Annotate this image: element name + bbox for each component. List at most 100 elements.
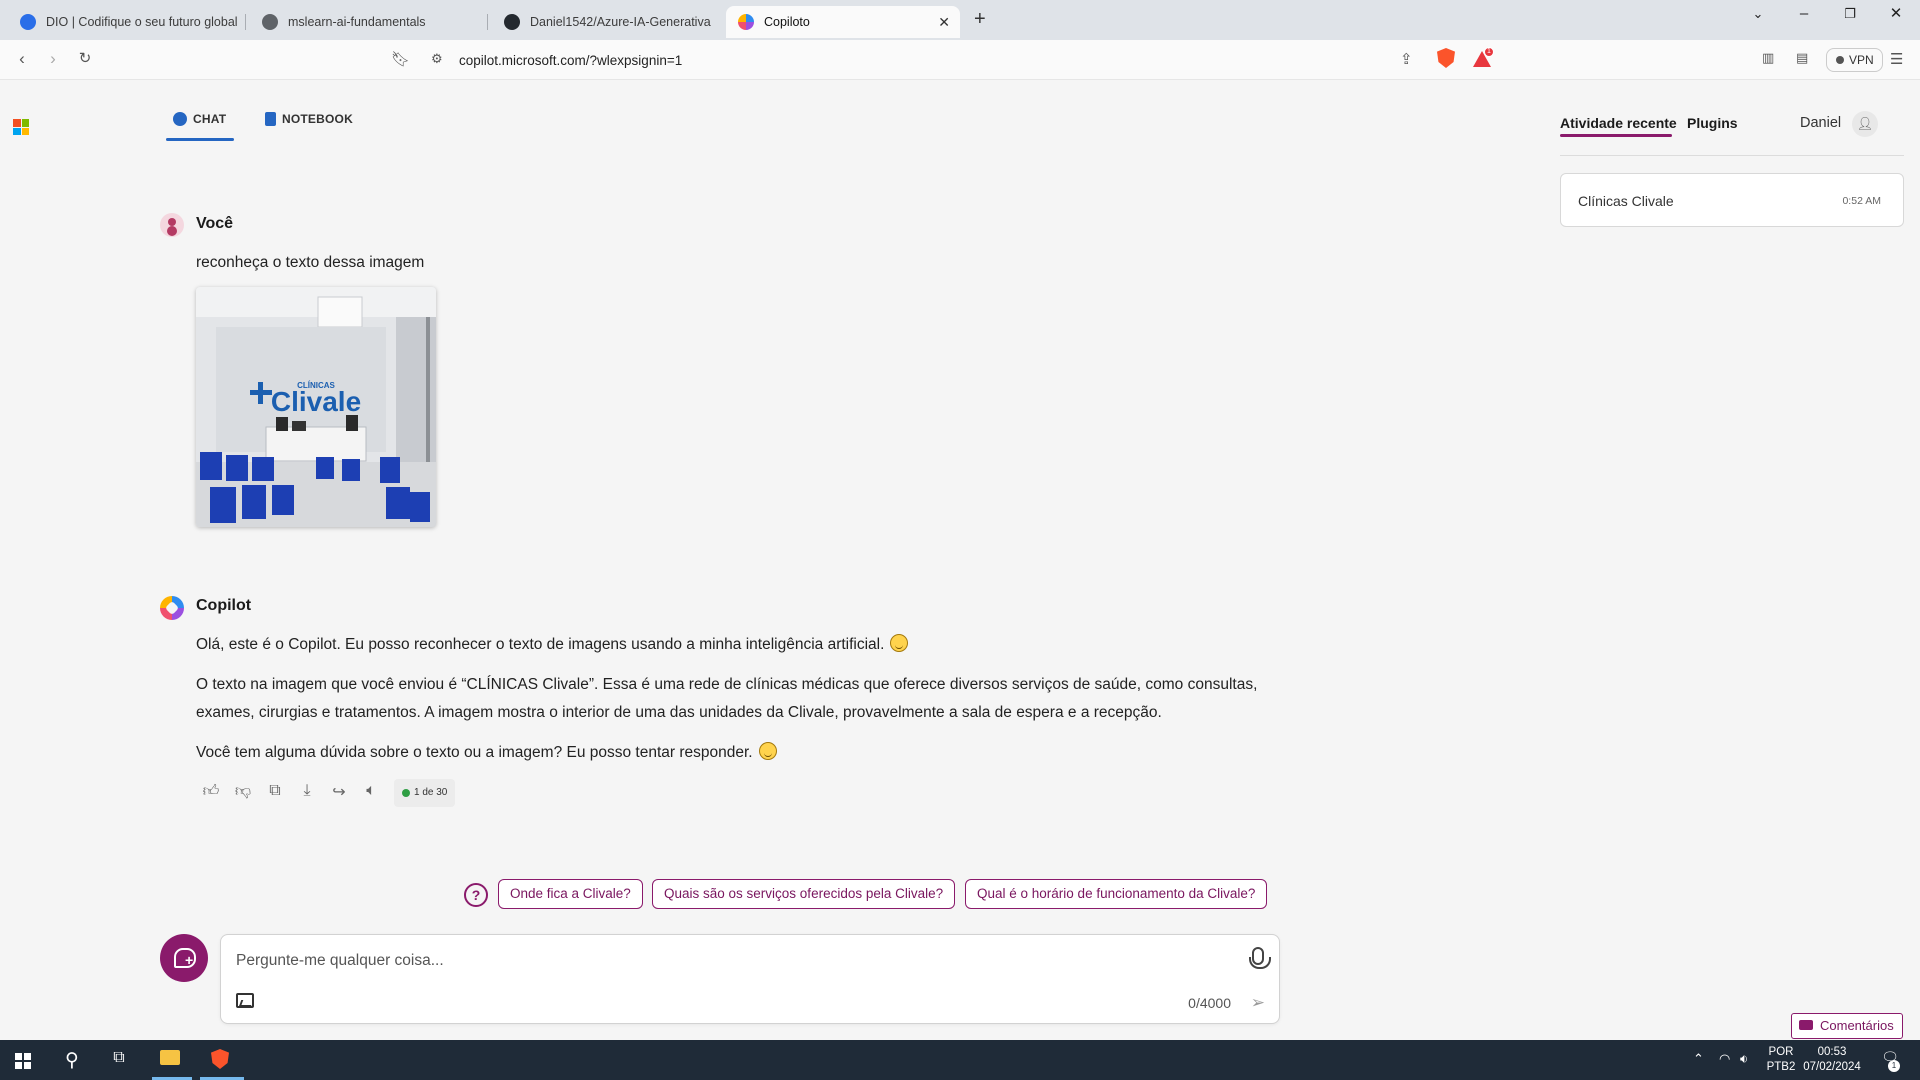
task-view-icon[interactable]: ⧉ <box>107 1049 131 1067</box>
recent-chat-time: 0:52 AM <box>1842 195 1881 207</box>
wallet-icon[interactable]: ▤ <box>1796 50 1808 66</box>
new-tab-button[interactable]: + <box>974 8 986 31</box>
tab-title: DIO | Codifique o seu futuro global a <box>46 15 240 29</box>
share-icon[interactable]: ⇪ <box>1400 50 1413 68</box>
network-icon[interactable]: ◠ <box>1719 1051 1730 1066</box>
back-icon[interactable]: ‹ <box>11 49 33 69</box>
share-icon[interactable]: ↪ <box>328 782 350 802</box>
brave-browser-icon[interactable] <box>208 1049 232 1075</box>
bot-paragraph-1: Olá, este é o Copilot. Eu posso reconhec… <box>196 631 1276 659</box>
browser-tab-github[interactable]: Daniel1542/Azure-IA-Generativa <box>492 6 724 38</box>
user-avatar-icon <box>160 213 184 237</box>
copy-icon[interactable]: ⧉ <box>264 782 286 800</box>
char-counter: 0/4000 <box>1188 995 1231 1011</box>
tab-title: mslearn-ai-fundamentals <box>288 15 426 29</box>
file-explorer-icon[interactable] <box>158 1049 182 1071</box>
microphone-icon[interactable] <box>1249 947 1271 969</box>
menu-icon[interactable]: ☰ <box>1890 50 1903 68</box>
response-counter: 1 de 30 <box>394 779 456 807</box>
volume-icon[interactable]: 🔉︎ <box>1740 1051 1748 1066</box>
recent-chat-item[interactable]: Clínicas Clivale 0:52 AM <box>1560 173 1904 227</box>
send-icon[interactable]: ➢ <box>1251 993 1265 1013</box>
search-icon[interactable]: ⚲ <box>60 1049 84 1072</box>
add-image-icon[interactable] <box>236 993 254 1008</box>
tab-separator <box>245 14 246 30</box>
site-settings-icon[interactable]: ⚙ <box>431 51 443 67</box>
bot-paragraph-1-text: Olá, este é o Copilot. Eu posso reconhec… <box>196 636 885 653</box>
recent-chat-title: Clínicas Clivale <box>1578 193 1674 209</box>
bot-paragraph-3-text: Você tem alguma dúvida sobre o texto ou … <box>196 744 753 761</box>
tab-chat[interactable]: CHAT <box>173 112 226 126</box>
suggestion-chip[interactable]: Quais são os serviços oferecidos pela Cl… <box>652 879 956 909</box>
restore-button[interactable]: ❐ <box>1827 2 1873 26</box>
clinic-photo: CLÍNICAS Clivale <box>196 287 436 527</box>
tab-plugins[interactable]: Plugins <box>1687 115 1738 131</box>
divider <box>1560 155 1904 156</box>
tab-notebook-label: NOTEBOOK <box>282 112 353 126</box>
clock[interactable]: 00:53 07/02/2024 <box>1800 1045 1864 1075</box>
browser-tab-strip: DIO | Codifique o seu futuro global a ms… <box>0 0 1920 40</box>
globe-icon <box>262 14 278 30</box>
thumbs-down-icon[interactable]: 👎︎ <box>232 782 254 801</box>
sidebar-toggle-icon[interactable]: ▥ <box>1762 50 1774 66</box>
dio-icon <box>20 14 36 30</box>
browser-tab-copiloto[interactable]: Copiloto ✕ <box>726 6 960 38</box>
question-icon: ? <box>464 883 488 907</box>
thumbs-up-icon[interactable]: 👍︎ <box>200 782 222 801</box>
browser-tab-dio[interactable]: DIO | Codifique o seu futuro global a <box>8 6 240 38</box>
github-icon <box>504 14 520 30</box>
sign-big-text: Clivale <box>271 386 361 417</box>
bookmark-icon[interactable]: 🔖︎ <box>391 50 410 68</box>
user-sender-name: Você <box>196 215 234 232</box>
forward-icon[interactable]: › <box>42 49 64 69</box>
close-window-button[interactable]: ✕ <box>1873 2 1919 26</box>
close-tab-icon[interactable]: ✕ <box>938 14 950 31</box>
copilot-icon <box>738 14 754 30</box>
suggestion-chip[interactable]: Onde fica a Clivale? <box>498 879 643 909</box>
chat-composer: 0/4000 ➢ <box>220 934 1280 1024</box>
download-icon[interactable]: ⤓ <box>296 782 318 800</box>
tab-title: Daniel1542/Azure-IA-Generativa <box>530 15 711 29</box>
reload-icon[interactable]: ↻ <box>74 49 96 67</box>
notification-count-badge: 1 <box>1888 1060 1900 1072</box>
read-aloud-icon[interactable]: 🔈︎ <box>360 782 382 800</box>
minimize-button[interactable]: – <box>1781 2 1827 26</box>
active-tab-indicator <box>1560 134 1672 137</box>
tab-chat-label: CHAT <box>193 112 227 126</box>
tab-title: Copiloto <box>764 15 810 29</box>
smiling-emoji-icon <box>890 634 909 652</box>
copilot-logo-icon <box>160 596 184 620</box>
user-message-text: reconheça o texto dessa imagem <box>196 254 425 271</box>
windows-taskbar: ⚲ ⧉ ⌃ ◠ 🔉︎ POR PTB2 00:53 07/02/2024 🗨︎ … <box>0 1040 1920 1080</box>
vpn-button[interactable]: VPN <box>1826 48 1883 72</box>
tab-recent-activity[interactable]: Atividade recente <box>1560 115 1677 131</box>
bot-paragraph-2: O texto na imagem que você enviou é “CLÍ… <box>196 676 1258 721</box>
user-avatar-icon[interactable]: 👤︎ <box>1852 111 1878 137</box>
feedback-button[interactable]: Comentários <box>1791 1013 1903 1039</box>
active-tab-indicator <box>166 138 234 141</box>
tab-notebook[interactable]: NOTEBOOK <box>265 112 353 126</box>
url-text: copilot.microsoft.com/?wlexpsignin=1 <box>459 52 683 68</box>
new-topic-button[interactable] <box>160 934 208 982</box>
bot-sender-name: Copilot <box>196 597 252 614</box>
microsoft-logo[interactable] <box>13 119 29 135</box>
chat-icon <box>173 112 187 126</box>
chat-input[interactable] <box>236 947 1196 975</box>
url-field[interactable]: ⚙ copilot.microsoft.com/?wlexpsignin=1 <box>420 45 1500 75</box>
notebook-icon <box>265 112 276 126</box>
windows-start-icon[interactable] <box>15 1053 31 1069</box>
browser-tab-mslearn[interactable]: mslearn-ai-fundamentals <box>250 6 482 38</box>
language-code: POR <box>1768 1046 1794 1058</box>
suggestion-chip[interactable]: Qual é o horário de funcionamento da Cli… <box>965 879 1268 909</box>
show-hidden-icons[interactable]: ⌃ <box>1693 1051 1704 1066</box>
rewards-badge: 1 <box>1484 47 1494 57</box>
bot-paragraph-3: Você tem alguma dúvida sobre o texto ou … <box>196 739 1276 767</box>
address-bar: ‹ › ↻ 🔖︎ ⚙ copilot.microsoft.com/?wlexps… <box>0 40 1920 80</box>
tab-separator <box>487 14 488 30</box>
uploaded-image[interactable]: CLÍNICAS Clivale <box>196 287 436 527</box>
user-name[interactable]: Daniel <box>1800 115 1841 131</box>
language-indicator[interactable]: POR PTB2 <box>1765 1045 1797 1075</box>
tab-search-icon[interactable]: ⌄ <box>1735 2 1781 26</box>
clock-time: 00:53 <box>1817 1046 1847 1058</box>
smiling-emoji-icon <box>758 742 777 760</box>
